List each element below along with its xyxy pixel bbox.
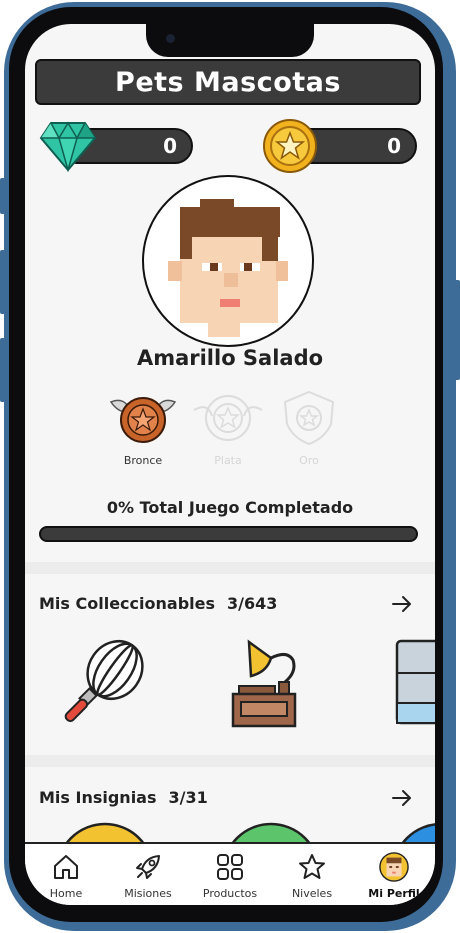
nav-item-home[interactable]: Home [25, 844, 107, 905]
bronze-medal-icon [109, 397, 177, 443]
arrow-right-icon [392, 596, 411, 612]
collectibles-count: 3/643 [227, 594, 278, 613]
gold-shield-icon [283, 390, 335, 446]
collectibles-header: Mis Colleccionables 3/643 [39, 594, 277, 613]
pixel-face-icon [168, 199, 288, 337]
insignia-yellow-icon[interactable] [55, 820, 155, 844]
nav-item-mi-perfil[interactable]: Mi Perfil [353, 844, 435, 905]
camera-icon [166, 34, 175, 43]
badge-silver[interactable]: Plata [188, 388, 268, 467]
nav-item-niveles[interactable]: Niveles [271, 844, 353, 905]
section-divider [25, 562, 435, 574]
avatar-icon [379, 852, 409, 882]
insignia-green-icon[interactable] [221, 820, 321, 844]
insignias-title: Mis Insignias [39, 788, 157, 807]
insignias-header: Mis Insignias 3/31 [39, 788, 208, 807]
badge-label-gold: Oro [299, 454, 319, 467]
arrow-right-icon [392, 790, 411, 806]
silver-medal-icon [193, 395, 263, 441]
collectibles-arrow-button[interactable] [390, 592, 414, 616]
rocket-icon [133, 852, 163, 882]
nav-label-niveles: Niveles [291, 887, 333, 900]
power-button [454, 280, 460, 380]
star-icon [297, 852, 327, 882]
volume-down-button [0, 338, 6, 402]
app-title-bar: Pets Mascotas [35, 59, 421, 105]
collectibles-title: Mis Colleccionables [39, 594, 215, 613]
section-divider-2 [25, 755, 435, 767]
volume-up-button [0, 250, 6, 314]
progress-label: 0% Total Juego Completado [106, 498, 354, 517]
nav-item-misiones[interactable]: Misiones [107, 844, 189, 905]
mute-switch [0, 178, 6, 214]
badge-label-silver: Plata [214, 454, 242, 467]
nav-label-misiones: Misiones [124, 887, 172, 900]
app-screen: Pets Mascotas 0 0 Amarillo Salado Bronce… [25, 24, 435, 905]
coin-icon [263, 119, 317, 173]
gem-icon [39, 121, 97, 172]
badge-gold[interactable]: Oro [269, 388, 349, 467]
fridge-icon[interactable] [395, 639, 435, 725]
username: Amarillo Salado [136, 346, 324, 370]
badge-bronze[interactable]: Bronce [103, 388, 183, 467]
app-title: Pets Mascotas [115, 66, 341, 98]
profile-avatar[interactable] [142, 175, 314, 347]
notch [146, 24, 314, 57]
nav-label-mi-perfil: Mi Perfil [368, 887, 420, 900]
nav-label-productos: Productos [202, 887, 258, 900]
insignia-blue-icon[interactable] [391, 820, 435, 844]
insignias-count: 3/31 [168, 788, 208, 807]
insignias-arrow-button[interactable] [390, 786, 414, 810]
nav-label-home: Home [49, 887, 83, 900]
bottom-nav: Home Misiones Productos Niveles Mi Perfi… [25, 842, 435, 905]
nav-item-productos[interactable]: Productos [189, 844, 271, 905]
coin-count: 0 [387, 134, 401, 158]
badge-label-bronze: Bronce [123, 454, 163, 467]
gem-count: 0 [163, 134, 177, 158]
grid-icon [215, 852, 245, 882]
home-icon [51, 852, 81, 882]
whisk-icon[interactable] [57, 636, 149, 728]
gramophone-icon[interactable] [221, 636, 307, 728]
progress-bar [39, 526, 418, 542]
